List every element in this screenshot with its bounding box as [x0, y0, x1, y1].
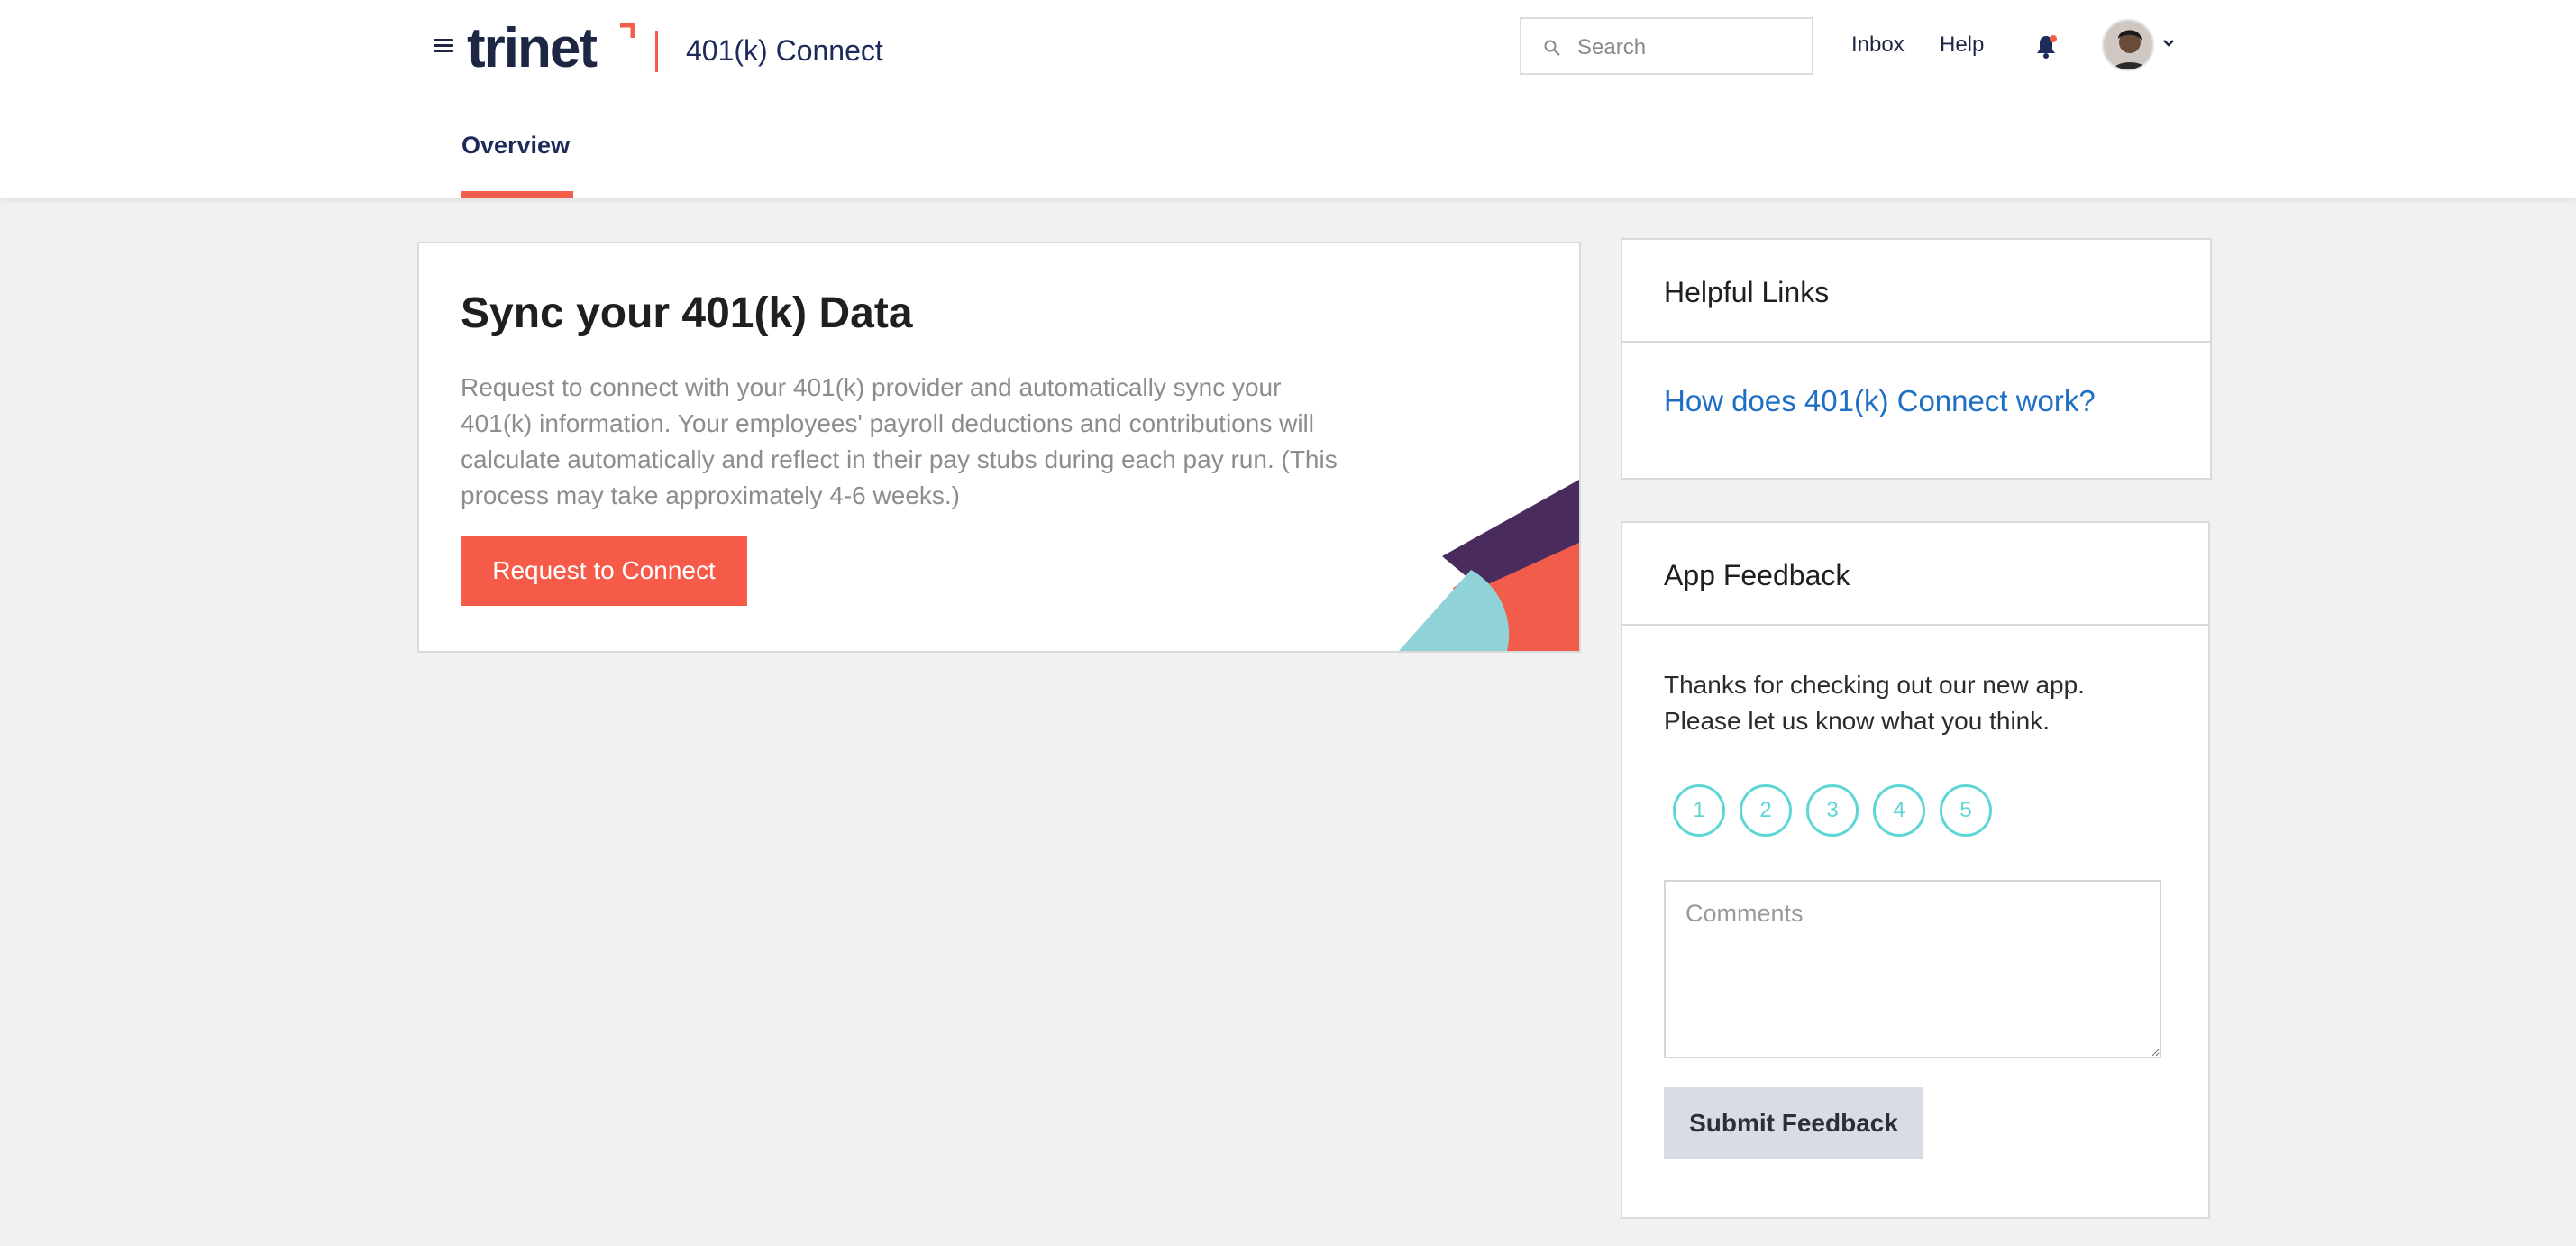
helpful-links-header: Helpful Links [1622, 240, 2210, 343]
tab-overview[interactable]: Overview [461, 132, 570, 160]
logo-divider [655, 31, 658, 72]
avatar[interactable] [2102, 19, 2154, 71]
search-input[interactable] [1576, 30, 1804, 66]
top-header: trinet 401(k) Connect Inbox Help Overvie… [0, 0, 2576, 198]
helpful-links-title: Helpful Links [1664, 276, 1830, 308]
decorative-graphic [1399, 480, 1579, 651]
inbox-link[interactable]: Inbox [1851, 32, 1905, 58]
sync-card: Sync your 401(k) Data Request to connect… [417, 242, 1581, 653]
help-link[interactable]: Help [1940, 32, 1984, 58]
rating-3-button[interactable]: 3 [1806, 784, 1859, 837]
active-tab-indicator [461, 191, 573, 198]
submit-feedback-button[interactable]: Submit Feedback [1664, 1087, 1923, 1159]
chevron-down-icon[interactable] [2161, 38, 2176, 49]
feedback-intro-line-1: Thanks for checking out our new app. [1664, 671, 2085, 699]
search-box[interactable] [1520, 17, 1813, 75]
rating-5-button[interactable]: 5 [1940, 784, 1992, 837]
trinet-logo[interactable]: trinet [467, 17, 638, 79]
rating-1-button[interactable]: 1 [1673, 784, 1725, 837]
app-feedback-header: App Feedback [1622, 523, 2208, 626]
how-401k-connect-works-link[interactable]: How does 401(k) Connect work? [1664, 384, 2096, 418]
bell-icon[interactable] [2034, 32, 2058, 60]
sync-description: Request to connect with your 401(k) prov… [461, 373, 1338, 509]
request-to-connect-button[interactable]: Request to Connect [461, 536, 747, 606]
comments-field[interactable] [1664, 880, 2161, 1058]
feedback-intro: Thanks for checking out our new app. Ple… [1664, 667, 2169, 739]
search-icon [1544, 40, 1560, 56]
rating-4-button[interactable]: 4 [1873, 784, 1925, 837]
helpful-links-card: Helpful Links How does 401(k) Connect wo… [1621, 238, 2212, 480]
svg-text:trinet: trinet [467, 22, 597, 76]
rating-2-button[interactable]: 2 [1740, 784, 1792, 837]
app-feedback-card: App Feedback Thanks for checking out our… [1621, 521, 2210, 1219]
app-feedback-title: App Feedback [1664, 559, 1850, 591]
sync-title: Sync your 401(k) Data [461, 289, 913, 337]
app-title: 401(k) Connect [686, 34, 883, 67]
feedback-intro-line-2: Please let us know what you think. [1664, 707, 2051, 735]
hamburger-icon[interactable] [434, 36, 453, 56]
